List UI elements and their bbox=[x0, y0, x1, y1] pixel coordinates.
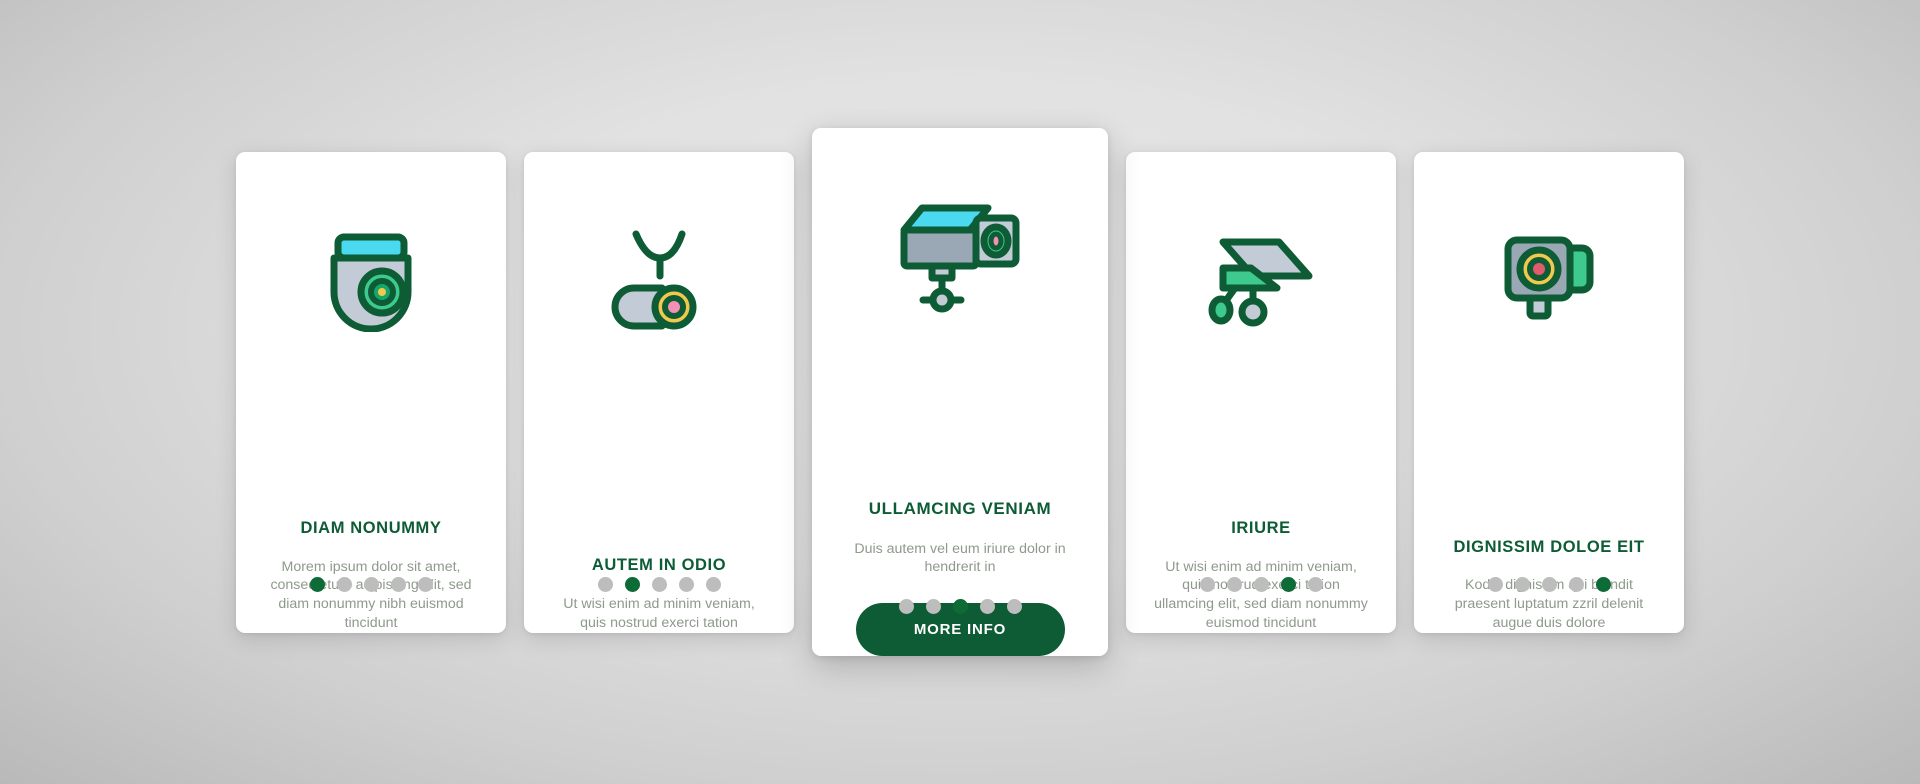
pagination-dot[interactable] bbox=[651, 576, 667, 592]
pagination-dots[interactable] bbox=[1126, 576, 1396, 592]
pagination-dot[interactable] bbox=[390, 576, 406, 592]
card-title: ULLAMCING VENIAM bbox=[868, 499, 1052, 519]
pagination-dot[interactable] bbox=[1514, 576, 1530, 592]
onboarding-card-row: DIAM NONUMMY Morem ipsum dolor sit amet,… bbox=[0, 0, 1920, 784]
card-body: Ut wisi enim ad minim veniam, quis nostr… bbox=[1154, 558, 1368, 631]
pagination-dot[interactable] bbox=[678, 576, 694, 592]
pagination-dot[interactable] bbox=[417, 576, 433, 592]
pagination-dot[interactable] bbox=[1280, 576, 1296, 592]
onboarding-card-3[interactable]: ULLAMCING VENIAM Duis autem vel eum iriu… bbox=[812, 128, 1108, 656]
pagination-dots[interactable] bbox=[812, 599, 1108, 614]
pagination-dot[interactable] bbox=[597, 576, 613, 592]
pagination-dot[interactable] bbox=[1595, 576, 1611, 592]
pagination-dot[interactable] bbox=[952, 599, 968, 614]
ceiling-camera-icon bbox=[524, 152, 794, 400]
pagination-dot[interactable] bbox=[309, 576, 325, 592]
pagination-dot[interactable] bbox=[1487, 576, 1503, 592]
onboarding-card-5[interactable]: DIGNISSIM DOLOE EIT Kodio dignissim qui … bbox=[1414, 151, 1684, 633]
wall-camera-icon bbox=[1126, 152, 1396, 400]
pagination-dot[interactable] bbox=[925, 599, 941, 614]
pagination-dot[interactable] bbox=[1199, 576, 1215, 592]
pagination-dot[interactable] bbox=[363, 576, 379, 592]
pagination-dot[interactable] bbox=[1006, 599, 1022, 614]
onboarding-card-2[interactable]: AUTEM IN ODIO Ut wisi enim ad minim veni… bbox=[524, 151, 794, 633]
pagination-dot[interactable] bbox=[1568, 576, 1584, 592]
pagination-dot[interactable] bbox=[336, 576, 352, 592]
onboarding-card-4[interactable]: IRIURE Ut wisi enim ad minim veniam, qui… bbox=[1126, 151, 1396, 633]
pagination-dot[interactable] bbox=[979, 599, 995, 614]
pagination-dots[interactable] bbox=[524, 576, 794, 592]
pagination-dot[interactable] bbox=[624, 576, 640, 592]
pagination-dot[interactable] bbox=[898, 599, 914, 614]
card-body: Morem ipsum dolor sit amet, consectetuer… bbox=[270, 558, 472, 631]
card-body: Duis autem vel eum iriure dolor in hendr… bbox=[854, 540, 1066, 576]
pagination-dots[interactable] bbox=[236, 576, 506, 592]
card-title: DIGNISSIM DOLOE EIT bbox=[1453, 537, 1645, 556]
pagination-dots[interactable] bbox=[1414, 576, 1684, 592]
onboarding-card-1[interactable]: DIAM NONUMMY Morem ipsum dolor sit amet,… bbox=[236, 151, 506, 633]
box-camera-icon bbox=[1414, 152, 1684, 400]
card-title: IRIURE bbox=[1231, 518, 1291, 537]
pagination-dot[interactable] bbox=[1226, 576, 1242, 592]
cctv-camera-icon bbox=[812, 128, 1108, 396]
dome-camera-icon bbox=[236, 152, 506, 400]
pagination-dot[interactable] bbox=[705, 576, 721, 592]
card-title: DIAM NONUMMY bbox=[300, 518, 442, 537]
card-title: AUTEM IN ODIO bbox=[591, 556, 727, 575]
card-body: Ut wisi enim ad minim veniam, quis nostr… bbox=[563, 596, 755, 631]
pagination-dot[interactable] bbox=[1253, 576, 1269, 592]
pagination-dot[interactable] bbox=[1541, 576, 1557, 592]
pagination-dot[interactable] bbox=[1307, 576, 1323, 592]
